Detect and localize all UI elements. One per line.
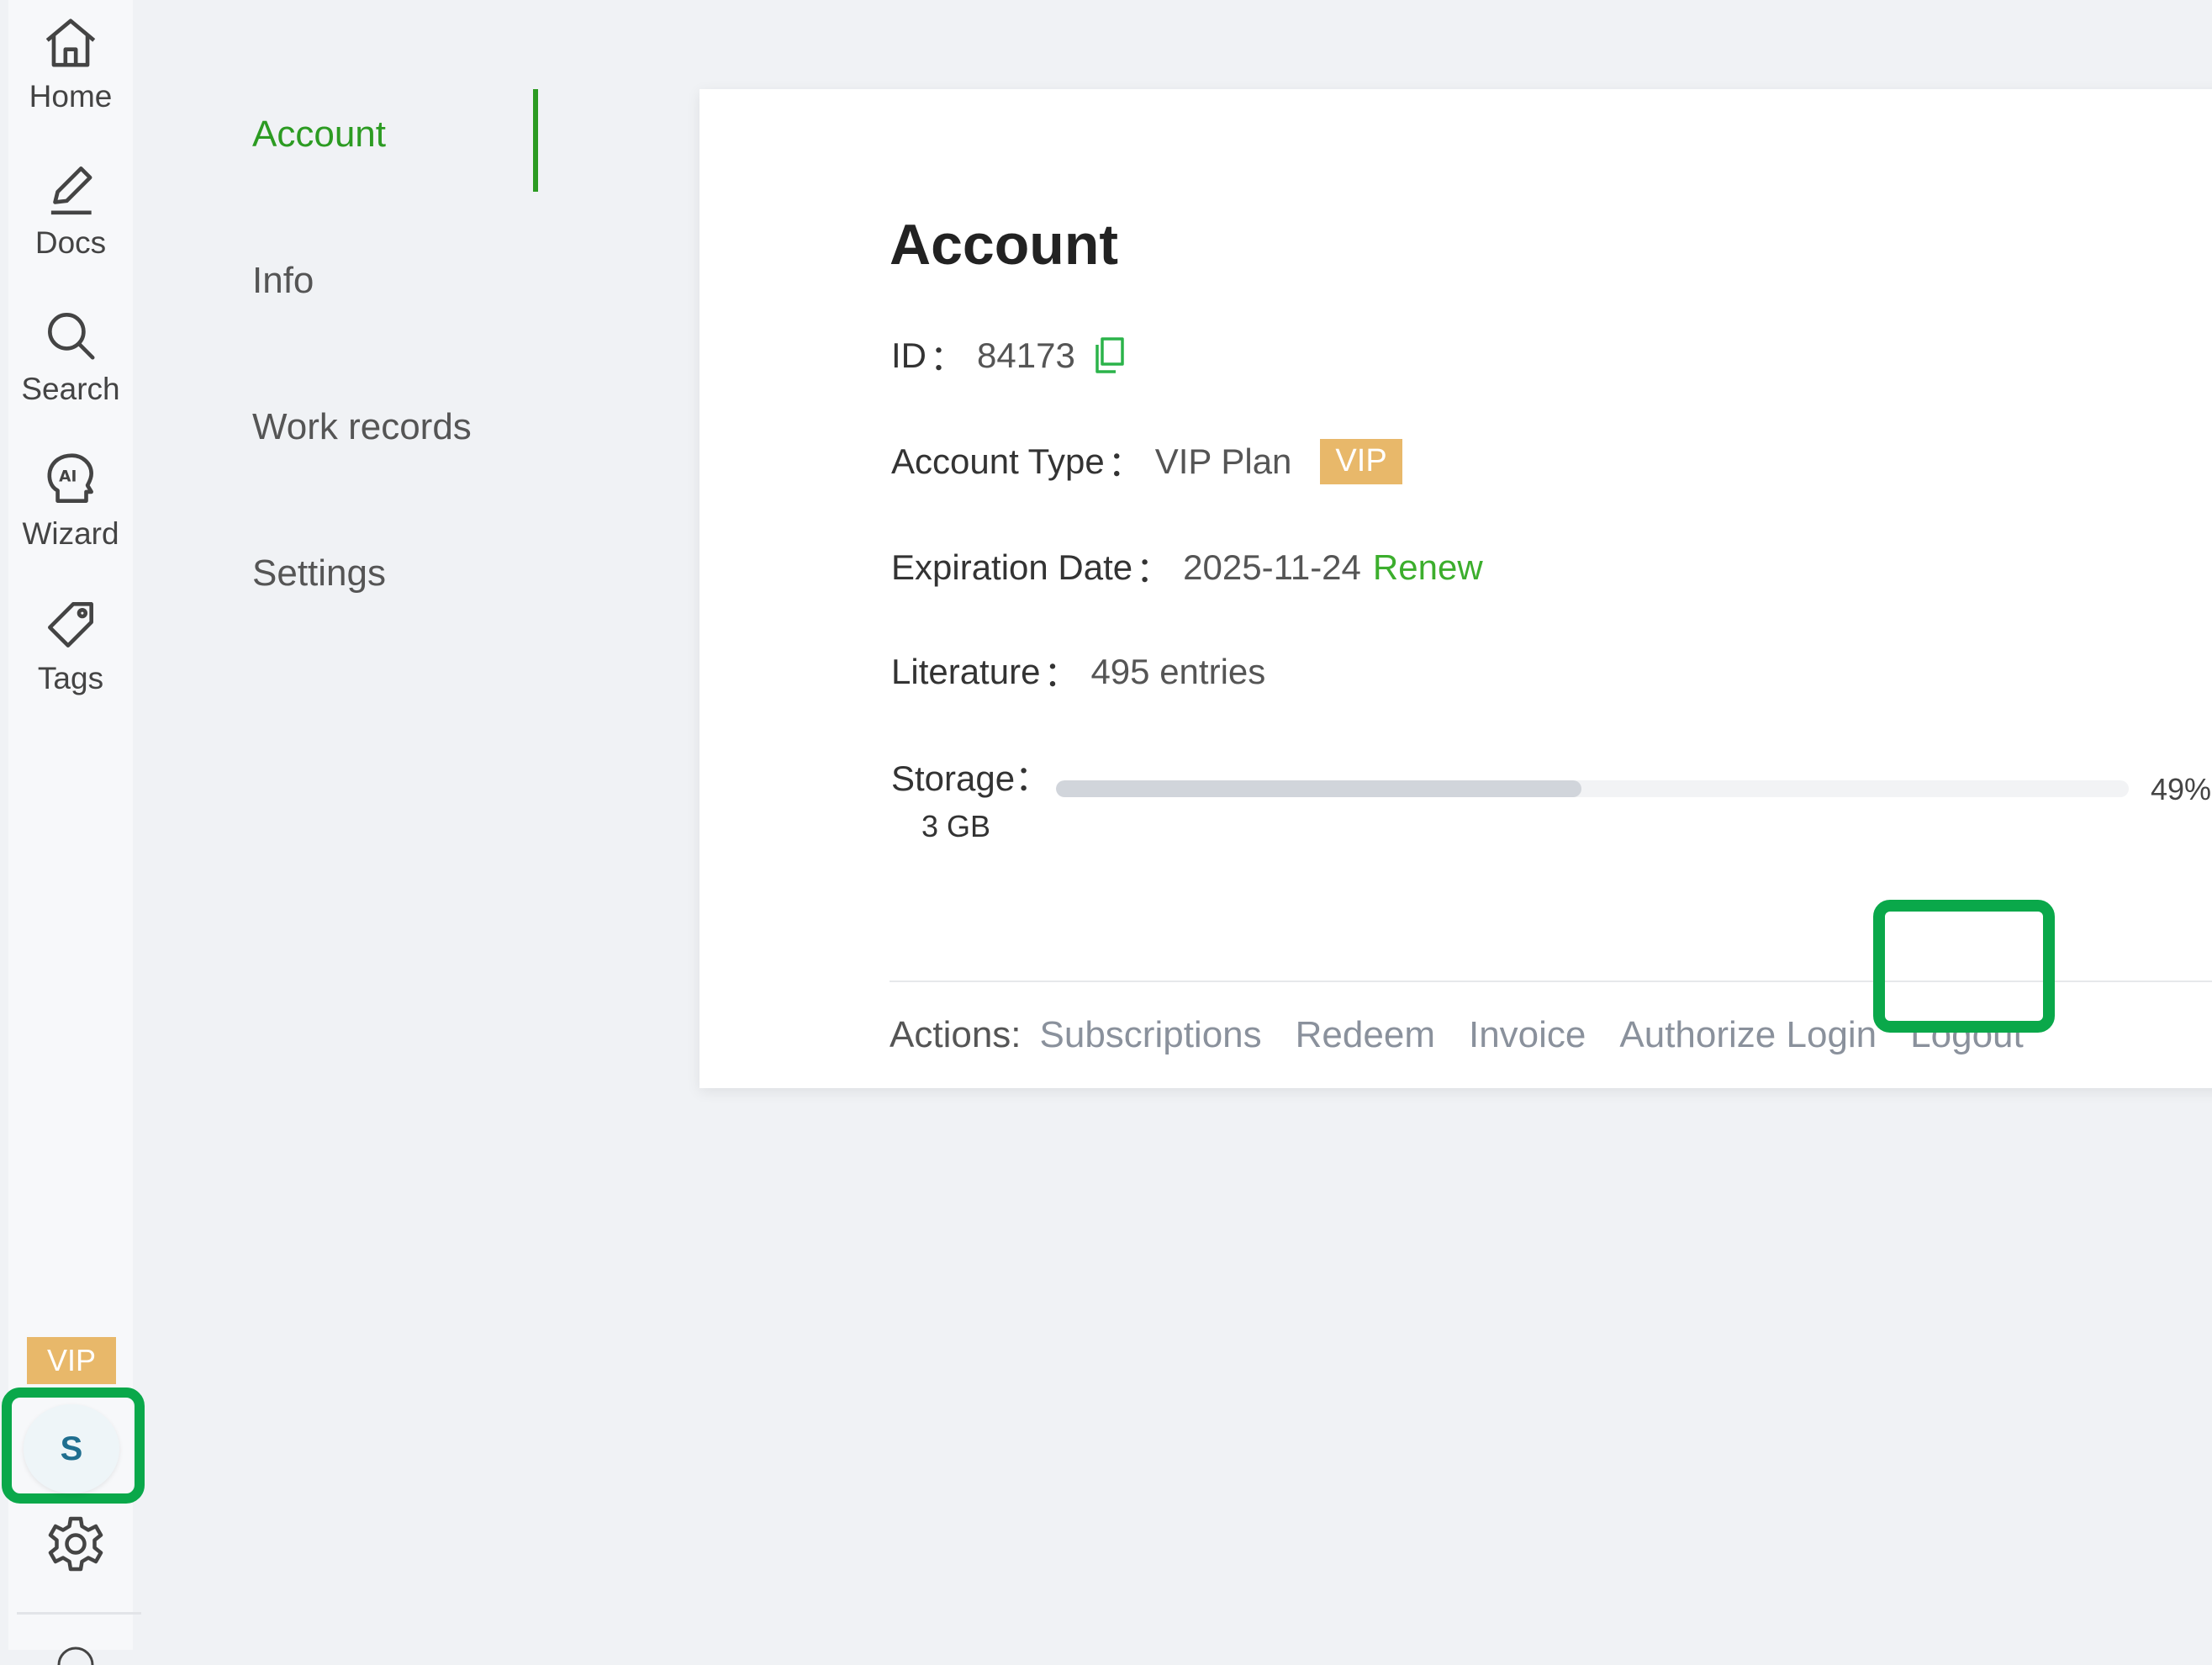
- subscriptions-link[interactable]: Subscriptions: [1040, 1014, 1262, 1056]
- nav-search[interactable]: Search: [8, 304, 133, 431]
- section-divider: [890, 980, 2212, 982]
- invoice-link[interactable]: Invoice: [1469, 1014, 1586, 1056]
- account-type-row: Account Type ： VIP Plan VIP: [891, 436, 1402, 487]
- renew-link[interactable]: Renew: [1373, 547, 1483, 588]
- pencil-icon: [50, 166, 92, 215]
- vip-badge: VIP: [27, 1337, 116, 1384]
- logout-link[interactable]: Logout: [1910, 1014, 2024, 1056]
- storage-percent: 49%: [2151, 772, 2212, 806]
- tag-icon: [48, 602, 93, 648]
- nav-docs[interactable]: Docs: [8, 158, 133, 284]
- help-icon[interactable]: [50, 1631, 101, 1665]
- nav-search-label: Search: [21, 372, 120, 406]
- logout-highlight: [1873, 900, 2055, 1033]
- storage-size: 3 GB: [921, 809, 991, 843]
- literature-value: 495 entries: [1090, 651, 1266, 691]
- storage-separator: ：: [1015, 758, 1051, 798]
- nav-home-label: Home: [29, 79, 113, 114]
- account-card: Account ID ： 84173 Account Type ： VIP Pl…: [699, 89, 2212, 1088]
- gear-icon[interactable]: [45, 1514, 106, 1574]
- literature-label: Literature: [891, 651, 1041, 691]
- expiration-label: Expiration Date: [891, 547, 1133, 587]
- expiration-value: 2025-11-24: [1183, 547, 1361, 587]
- nav-tags[interactable]: Tags: [8, 594, 133, 720]
- rail-divider: [17, 1612, 141, 1615]
- id-row: ID ： 84173: [891, 330, 1126, 381]
- storage-label-wrap: Storage：: [891, 750, 1050, 801]
- avatar-highlight: S: [2, 1388, 145, 1504]
- search-icon: [48, 313, 95, 360]
- menu-item-account[interactable]: Account: [252, 84, 538, 192]
- storage-progress-bar: [1056, 780, 2129, 797]
- ai-wizard-icon: AI: [47, 453, 93, 503]
- nav-docs-label: Docs: [34, 225, 107, 260]
- redeem-link[interactable]: Redeem: [1296, 1014, 1435, 1056]
- account-type-label: Account Type: [891, 441, 1105, 481]
- nav-home[interactable]: Home: [8, 12, 133, 138]
- vip-plan-badge: VIP: [1320, 438, 1402, 484]
- authorize-login-link[interactable]: Authorize Login: [1619, 1014, 1877, 1056]
- expiration-row: Expiration Date ： 2025-11-24 Renew: [891, 542, 1483, 593]
- svg-text:AI: AI: [59, 468, 77, 486]
- left-nav-rail: Home Docs Search AI Wizard Tags VIP S: [2, 0, 145, 1665]
- nav-tags-label: Tags: [37, 661, 104, 695]
- avatar[interactable]: S: [24, 1404, 119, 1493]
- actions-bar: Actions: Subscriptions Redeem Invoice Au…: [890, 1014, 2057, 1056]
- literature-row: Literature ： 495 entries: [891, 646, 1265, 697]
- id-separator: ：: [930, 338, 966, 378]
- page-title: Account: [890, 213, 1118, 277]
- expiration-separator: ：: [1136, 550, 1172, 589]
- id-value: 84173: [977, 335, 1075, 375]
- menu-item-work-records[interactable]: Work records: [252, 377, 538, 478]
- copy-icon[interactable]: [1090, 336, 1126, 375]
- menu-item-settings[interactable]: Settings: [252, 523, 538, 624]
- storage-label: Storage: [891, 758, 1016, 798]
- home-icon: [45, 18, 96, 67]
- literature-separator: ：: [1043, 654, 1080, 694]
- id-label: ID: [891, 335, 927, 375]
- actions-label: Actions:: [890, 1014, 1022, 1055]
- storage-progress-fill: [1056, 780, 1582, 797]
- account-type-separator: ：: [1107, 444, 1143, 484]
- account-type-value: VIP Plan: [1154, 441, 1292, 481]
- nav-wizard-label: Wizard: [22, 516, 119, 551]
- menu-item-info[interactable]: Info: [252, 230, 538, 331]
- nav-wizard[interactable]: AI Wizard: [8, 449, 133, 575]
